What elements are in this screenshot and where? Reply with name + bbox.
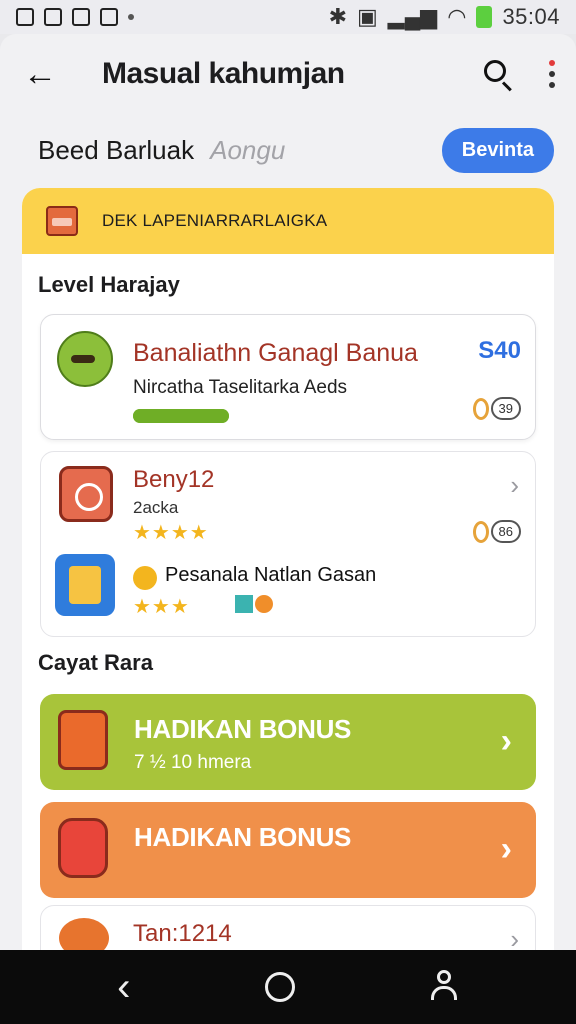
list-item[interactable]: Tan:1214 › — [40, 905, 536, 950]
notification-icon — [100, 8, 118, 26]
item-tags — [235, 595, 273, 613]
notification-dot-icon — [128, 14, 134, 20]
coin-counter: 86 — [472, 520, 521, 543]
arrow-left-icon[interactable]: ← — [18, 52, 62, 96]
character-avatar-icon — [57, 331, 113, 387]
kebab-menu-icon[interactable] — [546, 60, 558, 88]
banner-text: DEK LAPENIARRARLAIGKA — [102, 211, 328, 230]
item-subtitle: Nircatha Taselitarka Aeds — [133, 377, 348, 398]
bonus-card[interactable]: HADIKAN BONUS 7 ½ 10 hmera › — [40, 694, 536, 790]
signal-icon: ▂▄▆ — [387, 4, 438, 29]
section-title-level: Level Harajay — [38, 272, 180, 297]
backpack-icon — [58, 818, 108, 878]
notification-icon — [16, 8, 34, 26]
bluetooth-icon: ✱ — [328, 4, 347, 29]
chevron-right-icon[interactable]: › — [510, 924, 519, 950]
vibrate-icon: ▣ — [357, 4, 378, 29]
treasure-chest-icon — [46, 206, 78, 236]
app-window: ← Masual kahumjan Beed Barluak Aongu Bev… — [0, 34, 576, 950]
star-rating: ★★★★ — [133, 522, 209, 544]
nav-home-icon[interactable] — [264, 972, 295, 1002]
notification-icon — [44, 8, 62, 26]
progress-bar — [133, 409, 229, 423]
chevron-right-icon[interactable]: › — [501, 722, 512, 761]
filter-label: Beed Barluak — [38, 134, 195, 165]
coin-icon — [472, 520, 489, 543]
search-icon[interactable] — [480, 56, 516, 92]
item-title: Banaliathn Ganagl Banua — [133, 339, 418, 367]
notification-icons — [16, 8, 134, 26]
shield-avatar-icon — [59, 466, 113, 522]
star-rating: ★★★ — [133, 596, 190, 618]
section-title-cayat: Cayat Rara — [38, 650, 153, 675]
chevron-right-icon[interactable]: › — [501, 830, 512, 869]
announcement-banner[interactable]: DEK LAPENIARRARLAIGKA — [22, 188, 554, 254]
scroll-icon — [58, 710, 108, 770]
item-title: Tan:1214 — [133, 920, 232, 947]
notification-icon — [72, 8, 90, 26]
item-subtitle: 2acka — [133, 498, 179, 517]
app-bar: ← Masual kahumjan — [0, 34, 576, 114]
content-card: DEK LAPENIARRARLAIGKA Level Harajay Bana… — [22, 188, 554, 950]
filter-row: Beed Barluak Aongu Bevinta — [0, 114, 576, 186]
filter-action-button[interactable]: Bevinta — [441, 127, 554, 173]
bonus-title: HADIKAN BONUS — [134, 714, 352, 744]
system-nav-bar: ‹ — [0, 950, 576, 1024]
filter-subtitle: Aongu — [210, 134, 286, 165]
nav-profile-icon[interactable] — [429, 970, 459, 1004]
item-badge: S40 — [478, 337, 521, 364]
list-item[interactable]: Beny12 2acka ★★★★ › 86 Pesanala Natlan G… — [40, 451, 536, 637]
battery-icon — [476, 6, 493, 28]
coin-check-icon — [133, 566, 157, 590]
page-title: Masual kahumjan — [102, 57, 345, 90]
coin-count: 86 — [490, 520, 521, 543]
item-title: Beny12 — [133, 466, 215, 493]
chevron-right-icon[interactable]: › — [510, 470, 519, 501]
bonus-subtitle: 7 ½ 10 hmera — [134, 752, 252, 773]
wifi-icon: ◠ — [447, 4, 467, 29]
coin-count: 39 — [490, 397, 521, 420]
coin-icon — [472, 397, 489, 420]
status-time: 35:04 — [502, 4, 560, 29]
character-avatar-icon — [59, 918, 109, 950]
item-title: Pesanala Natlan Gasan — [165, 564, 377, 586]
nav-back-icon[interactable]: ‹ — [117, 965, 130, 1010]
list-item[interactable]: Banaliathn Ganagl Banua Nircatha Taselit… — [40, 314, 536, 440]
coin-counter: 39 — [472, 397, 521, 420]
gift-box-icon — [55, 554, 115, 616]
tag-icon — [255, 595, 273, 613]
tag-icon — [235, 595, 253, 613]
bonus-title: HADIKAN BONUS — [134, 822, 352, 852]
status-bar: ✱ ▣ ▂▄▆ ◠ 35:04 — [0, 0, 576, 34]
bonus-card[interactable]: HADIKAN BONUS › — [40, 802, 536, 898]
